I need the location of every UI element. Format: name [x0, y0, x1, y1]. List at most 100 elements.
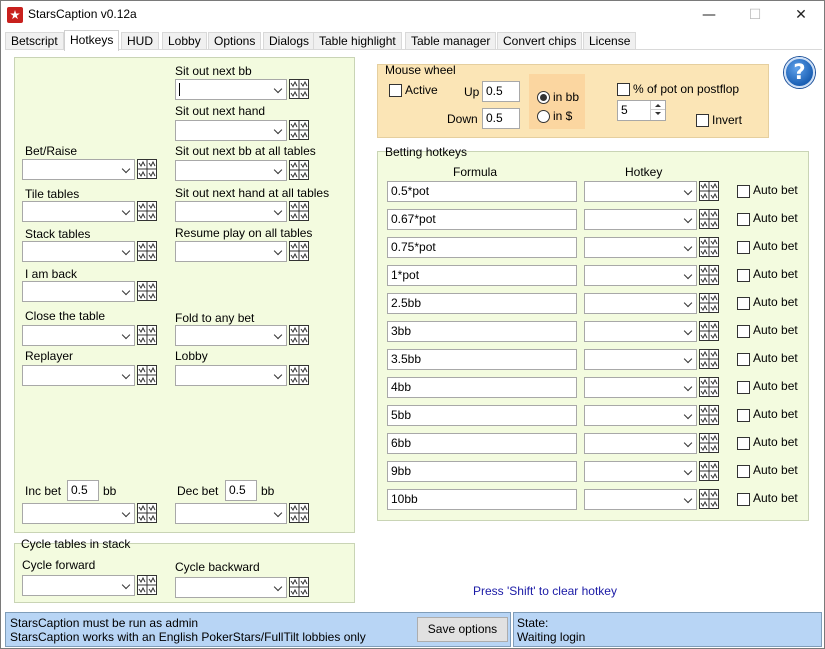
keyboard-icon[interactable]: [289, 120, 309, 140]
tab-betscript[interactable]: Betscript: [5, 32, 64, 50]
help-icon[interactable]: ?: [784, 57, 815, 88]
inc-bet-combo[interactable]: [22, 503, 135, 524]
bet-formula-input[interactable]: 0.5*pot: [387, 181, 577, 202]
keyboard-icon[interactable]: [137, 365, 157, 385]
keyboard-icon[interactable]: [137, 281, 157, 301]
tab-table-highlight[interactable]: Table highlight: [313, 32, 402, 50]
bet-hotkey-combo[interactable]: [584, 265, 697, 286]
auto-bet-checkbox[interactable]: [737, 437, 750, 450]
tab-license[interactable]: License: [583, 32, 637, 50]
keyboard-icon[interactable]: [289, 241, 309, 261]
bet-formula-input[interactable]: 9bb: [387, 461, 577, 482]
bet-formula-input[interactable]: 3.5bb: [387, 349, 577, 370]
tab-convert-chips[interactable]: Convert chips: [497, 32, 583, 50]
invert-checkbox[interactable]: [696, 114, 709, 127]
bet-formula-input[interactable]: 0.75*pot: [387, 237, 577, 258]
keyboard-icon[interactable]: [699, 377, 719, 397]
bet-hotkey-combo[interactable]: [584, 321, 697, 342]
mouse-wheel-active-checkbox[interactable]: [389, 84, 402, 97]
stepper-down-icon[interactable]: [651, 110, 665, 119]
close-table-combo[interactable]: [22, 325, 135, 346]
dec-bet-combo[interactable]: [175, 503, 287, 524]
cycle-forward-combo[interactable]: [22, 575, 135, 596]
bet-hotkey-combo[interactable]: [584, 237, 697, 258]
save-options-button[interactable]: Save options: [417, 617, 508, 642]
keyboard-icon[interactable]: [137, 201, 157, 221]
keyboard-icon[interactable]: [699, 321, 719, 341]
dec-bet-input[interactable]: 0.5: [225, 480, 257, 501]
bet-formula-input[interactable]: 1*pot: [387, 265, 577, 286]
keyboard-icon[interactable]: [699, 349, 719, 369]
keyboard-icon[interactable]: [289, 577, 309, 597]
fold-to-any-bet-combo[interactable]: [175, 325, 287, 346]
tile-tables-combo[interactable]: [22, 201, 135, 222]
bet-hotkey-combo[interactable]: [584, 349, 697, 370]
bet-hotkey-combo[interactable]: [584, 209, 697, 230]
in-dollar-radio[interactable]: [537, 110, 550, 123]
in-bb-radio[interactable]: [537, 91, 550, 104]
auto-bet-checkbox[interactable]: [737, 269, 750, 282]
auto-bet-checkbox[interactable]: [737, 325, 750, 338]
auto-bet-checkbox[interactable]: [737, 185, 750, 198]
tab-table-manager[interactable]: Table manager: [405, 32, 497, 50]
keyboard-icon[interactable]: [699, 433, 719, 453]
bet-formula-input[interactable]: 4bb: [387, 377, 577, 398]
minimize-button[interactable]: —: [686, 1, 732, 29]
bet-hotkey-combo[interactable]: [584, 489, 697, 510]
tab-options[interactable]: Options: [208, 32, 262, 50]
bet-hotkey-combo[interactable]: [584, 461, 697, 482]
bet-hotkey-combo[interactable]: [584, 433, 697, 454]
auto-bet-checkbox[interactable]: [737, 241, 750, 254]
wheel-up-input[interactable]: 0.5: [482, 81, 520, 102]
tab-hotkeys[interactable]: Hotkeys: [64, 30, 120, 51]
keyboard-icon[interactable]: [289, 325, 309, 345]
bet-formula-input[interactable]: 5bb: [387, 405, 577, 426]
keyboard-icon[interactable]: [289, 365, 309, 385]
bet-formula-input[interactable]: 3bb: [387, 321, 577, 342]
keyboard-icon[interactable]: [699, 489, 719, 509]
keyboard-icon[interactable]: [699, 293, 719, 313]
auto-bet-checkbox[interactable]: [737, 297, 750, 310]
i-am-back-combo[interactable]: [22, 281, 135, 302]
bet-hotkey-combo[interactable]: [584, 181, 697, 202]
bet-formula-input[interactable]: 2.5bb: [387, 293, 577, 314]
tab-hud[interactable]: HUD: [121, 32, 159, 50]
bet-formula-input[interactable]: 10bb: [387, 489, 577, 510]
bet-hotkey-combo[interactable]: [584, 405, 697, 426]
auto-bet-checkbox[interactable]: [737, 353, 750, 366]
tab-lobby[interactable]: Lobby: [162, 32, 207, 50]
keyboard-icon[interactable]: [137, 159, 157, 179]
replayer-combo[interactable]: [22, 365, 135, 386]
stepper-up-icon[interactable]: [651, 101, 665, 110]
bet-hotkey-combo[interactable]: [584, 377, 697, 398]
cycle-backward-combo[interactable]: [175, 577, 287, 598]
pct-pot-checkbox[interactable]: [617, 83, 630, 96]
keyboard-icon[interactable]: [289, 503, 309, 523]
sit-out-next-hand-all-combo[interactable]: [175, 201, 287, 222]
auto-bet-checkbox[interactable]: [737, 213, 750, 226]
lobby-combo[interactable]: [175, 365, 287, 386]
inc-bet-input[interactable]: 0.5: [67, 480, 99, 501]
bet-formula-input[interactable]: 0.67*pot: [387, 209, 577, 230]
keyboard-icon[interactable]: [289, 79, 309, 99]
keyboard-icon[interactable]: [137, 503, 157, 523]
keyboard-icon[interactable]: [699, 237, 719, 257]
keyboard-icon[interactable]: [699, 405, 719, 425]
sit-out-next-bb-all-combo[interactable]: [175, 160, 287, 181]
keyboard-icon[interactable]: [137, 241, 157, 261]
pct-pot-stepper[interactable]: 5: [617, 100, 666, 121]
bet-formula-input[interactable]: 6bb: [387, 433, 577, 454]
auto-bet-checkbox[interactable]: [737, 465, 750, 478]
bet-raise-combo[interactable]: [22, 159, 135, 180]
resume-play-all-combo[interactable]: [175, 241, 287, 262]
keyboard-icon[interactable]: [289, 201, 309, 221]
bet-hotkey-combo[interactable]: [584, 293, 697, 314]
keyboard-icon[interactable]: [137, 325, 157, 345]
sit-out-next-bb-combo[interactable]: [175, 79, 287, 100]
keyboard-icon[interactable]: [699, 461, 719, 481]
auto-bet-checkbox[interactable]: [737, 409, 750, 422]
auto-bet-checkbox[interactable]: [737, 493, 750, 506]
keyboard-icon[interactable]: [137, 575, 157, 595]
tab-dialogs[interactable]: Dialogs: [263, 32, 316, 50]
keyboard-icon[interactable]: [699, 181, 719, 201]
